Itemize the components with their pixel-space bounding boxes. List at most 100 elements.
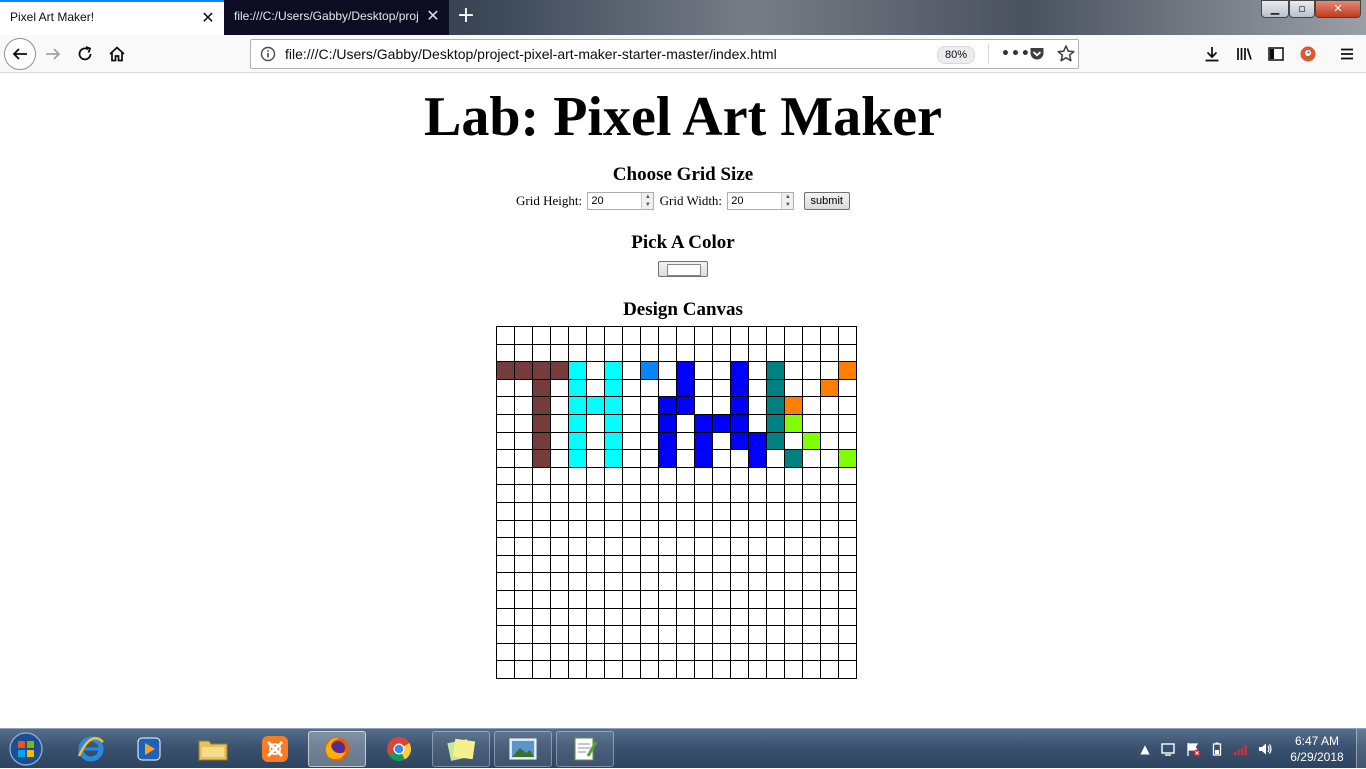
- canvas-cell[interactable]: [784, 466, 803, 486]
- canvas-cell[interactable]: [784, 343, 803, 363]
- home-button[interactable]: [102, 39, 132, 69]
- canvas-cell[interactable]: [568, 519, 587, 539]
- grid-width-input[interactable]: 20 ▲ ▼: [727, 192, 795, 211]
- canvas-cell[interactable]: [820, 660, 839, 679]
- canvas-cell[interactable]: [712, 378, 731, 398]
- canvas-cell[interactable]: [640, 431, 659, 451]
- canvas-cell[interactable]: [802, 466, 821, 486]
- canvas-cell[interactable]: [676, 589, 695, 609]
- canvas-cell[interactable]: [730, 660, 749, 679]
- canvas-cell[interactable]: [622, 519, 641, 539]
- canvas-cell[interactable]: [622, 501, 641, 521]
- canvas-cell[interactable]: [820, 361, 839, 380]
- canvas-cell[interactable]: [730, 361, 749, 380]
- canvas-cell[interactable]: [802, 537, 821, 556]
- canvas-cell[interactable]: [766, 449, 785, 468]
- canvas-cell[interactable]: [586, 519, 605, 539]
- canvas-cell[interactable]: [676, 537, 695, 556]
- canvas-cell[interactable]: [640, 484, 659, 503]
- canvas-cell[interactable]: [694, 589, 713, 609]
- spin-down-icon[interactable]: ▼: [782, 201, 793, 209]
- canvas-cell[interactable]: [748, 431, 767, 451]
- canvas-cell[interactable]: [820, 589, 839, 609]
- canvas-cell[interactable]: [640, 642, 659, 662]
- canvas-cell[interactable]: [748, 642, 767, 662]
- canvas-cell[interactable]: [496, 413, 515, 433]
- canvas-cell[interactable]: [586, 660, 605, 679]
- canvas-cell[interactable]: [568, 660, 587, 679]
- canvas-cell[interactable]: [532, 449, 551, 468]
- battery-icon[interactable]: [1209, 741, 1225, 757]
- forward-button[interactable]: [38, 39, 68, 69]
- tab-pixel-art-maker[interactable]: Pixel Art Maker! ✕: [0, 0, 224, 35]
- canvas-cell[interactable]: [586, 326, 605, 345]
- show-hidden-icons-icon[interactable]: ▲: [1137, 741, 1153, 757]
- canvas-cell[interactable]: [712, 396, 731, 415]
- spin-up-icon[interactable]: ▲: [782, 193, 793, 201]
- canvas-cell[interactable]: [730, 484, 749, 503]
- canvas-cell[interactable]: [622, 572, 641, 591]
- canvas-cell[interactable]: [712, 660, 731, 679]
- canvas-cell[interactable]: [622, 642, 641, 662]
- canvas-cell[interactable]: [820, 326, 839, 345]
- canvas-cell[interactable]: [820, 466, 839, 486]
- canvas-cell[interactable]: [676, 378, 695, 398]
- canvas-cell[interactable]: [712, 589, 731, 609]
- taskbar-clock[interactable]: 6:47 AM 6/29/2018: [1284, 733, 1350, 765]
- canvas-cell[interactable]: [496, 484, 515, 503]
- canvas-cell[interactable]: [748, 396, 767, 415]
- maximize-button[interactable]: ▫: [1289, 0, 1315, 18]
- grid-height-input[interactable]: 20 ▲ ▼: [587, 192, 655, 211]
- close-tab-icon[interactable]: ✕: [200, 10, 216, 26]
- canvas-cell[interactable]: [586, 484, 605, 503]
- canvas-cell[interactable]: [622, 466, 641, 486]
- close-tab-icon[interactable]: ✕: [425, 8, 441, 24]
- canvas-cell[interactable]: [586, 554, 605, 574]
- canvas-cell[interactable]: [676, 572, 695, 591]
- canvas-cell[interactable]: [532, 326, 551, 345]
- canvas-cell[interactable]: [838, 660, 857, 679]
- canvas-cell[interactable]: [676, 431, 695, 451]
- canvas-cell[interactable]: [712, 572, 731, 591]
- canvas-cell[interactable]: [514, 343, 533, 363]
- canvas-cell[interactable]: [694, 343, 713, 363]
- canvas-cell[interactable]: [658, 396, 677, 415]
- canvas-cell[interactable]: [532, 554, 551, 574]
- canvas-cell[interactable]: [532, 537, 551, 556]
- canvas-cell[interactable]: [622, 326, 641, 345]
- canvas-cell[interactable]: [712, 361, 731, 380]
- canvas-cell[interactable]: [532, 396, 551, 415]
- canvas-cell[interactable]: [604, 572, 623, 591]
- canvas-cell[interactable]: [640, 589, 659, 609]
- canvas-cell[interactable]: [586, 537, 605, 556]
- canvas-cell[interactable]: [766, 501, 785, 521]
- submit-button[interactable]: submit: [803, 192, 850, 211]
- canvas-cell[interactable]: [514, 625, 533, 644]
- minimize-button[interactable]: ▁: [1261, 0, 1289, 18]
- canvas-cell[interactable]: [658, 625, 677, 644]
- canvas-cell[interactable]: [784, 326, 803, 345]
- canvas-cell[interactable]: [802, 607, 821, 627]
- canvas-cell[interactable]: [622, 554, 641, 574]
- canvas-cell[interactable]: [676, 413, 695, 433]
- canvas-cell[interactable]: [766, 484, 785, 503]
- canvas-cell[interactable]: [748, 554, 767, 574]
- canvas-cell[interactable]: [712, 449, 731, 468]
- menu-button[interactable]: [1337, 44, 1357, 64]
- taskbar-media-player[interactable]: [120, 731, 178, 767]
- canvas-cell[interactable]: [514, 413, 533, 433]
- duckduckgo-extension-button[interactable]: [1298, 44, 1318, 64]
- canvas-cell[interactable]: [640, 501, 659, 521]
- canvas-cell[interactable]: [766, 660, 785, 679]
- canvas-cell[interactable]: [838, 413, 857, 433]
- canvas-cell[interactable]: [820, 519, 839, 539]
- page-actions-menu-icon[interactable]: •••: [1001, 44, 1030, 64]
- canvas-cell[interactable]: [640, 343, 659, 363]
- canvas-cell[interactable]: [694, 361, 713, 380]
- canvas-cell[interactable]: [568, 589, 587, 609]
- network-signal-icon[interactable]: [1233, 741, 1249, 757]
- canvas-cell[interactable]: [694, 519, 713, 539]
- canvas-cell[interactable]: [784, 396, 803, 415]
- canvas-cell[interactable]: [766, 378, 785, 398]
- canvas-cell[interactable]: [604, 378, 623, 398]
